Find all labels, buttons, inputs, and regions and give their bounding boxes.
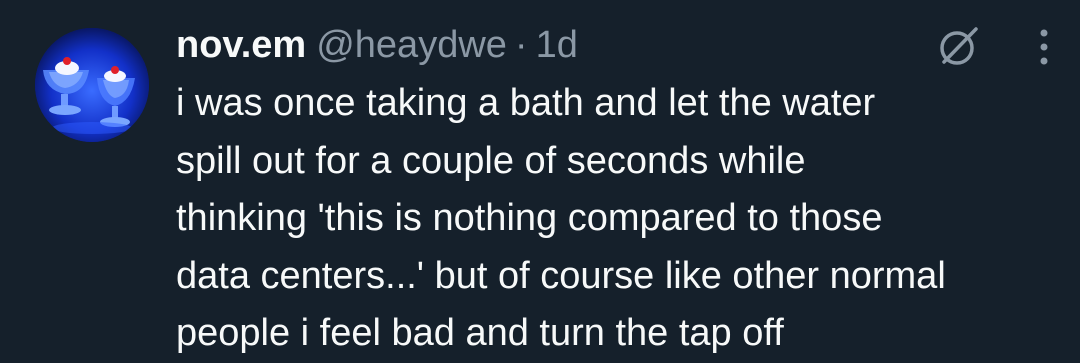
tweet-text: i was once taking a bath and let the wat…	[176, 82, 946, 354]
avatar[interactable]	[35, 28, 149, 142]
tweet[interactable]: nov.em @heaydwe · 1d i was once taking a…	[0, 0, 1080, 363]
tweet-header: nov.em @heaydwe · 1d	[176, 20, 1050, 70]
user-handle[interactable]: @heaydwe	[316, 20, 507, 70]
timestamp[interactable]: 1d	[536, 20, 578, 70]
tweet-content: nov.em @heaydwe · 1d i was once taking a…	[176, 20, 1050, 363]
grok-icon[interactable]	[936, 24, 982, 70]
tweet-actions	[936, 24, 1050, 70]
display-name[interactable]: nov.em	[176, 20, 306, 70]
avatar-image	[35, 28, 149, 142]
more-options-icon[interactable]	[1038, 27, 1050, 67]
separator-dot: ·	[514, 24, 528, 66]
